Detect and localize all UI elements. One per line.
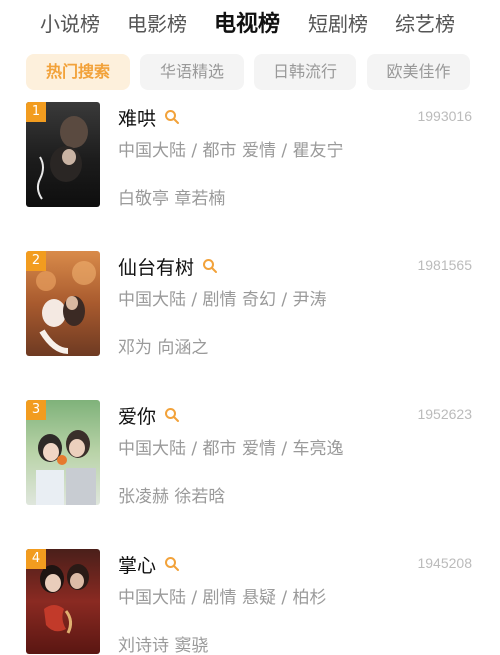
heat-score: 1945208	[417, 555, 472, 571]
tab-tv[interactable]: 电视榜	[214, 6, 280, 38]
title-row[interactable]: 难哄	[118, 104, 180, 130]
rank-badge: 4	[26, 549, 46, 569]
rank-badge: 1	[26, 102, 46, 122]
list-item[interactable]: 1 难哄 1993016 中国大陆 / 都市 爱情 / 瞿友宁 白敬亭 章若楠	[0, 102, 500, 222]
tab-movie[interactable]: 电影榜	[127, 8, 187, 37]
title-row[interactable]: 爱你	[118, 402, 180, 428]
tab-short-drama[interactable]: 短剧榜	[308, 8, 368, 37]
poster-image[interactable]: 1	[26, 102, 100, 207]
drama-title: 难哄	[118, 107, 157, 130]
drama-meta: 中国大陆 / 都市 爱情 / 瞿友宁	[118, 141, 344, 161]
heat-score: 1993016	[417, 108, 472, 124]
rank-badge: 2	[26, 251, 46, 271]
heat-score: 1952623	[417, 406, 472, 422]
drama-title: 仙台有树	[118, 256, 195, 279]
chip-japan-korea[interactable]: 日韩流行	[254, 54, 356, 90]
chip-hot-search[interactable]: 热门搜索	[26, 54, 130, 90]
drama-cast: 邓为 向涵之	[118, 338, 209, 358]
search-icon[interactable]	[164, 109, 180, 125]
drama-cast: 刘诗诗 窦骁	[118, 636, 209, 655]
chip-western[interactable]: 欧美佳作	[367, 54, 470, 90]
search-icon[interactable]	[202, 258, 218, 274]
poster-image[interactable]: 2	[26, 251, 100, 356]
search-icon[interactable]	[164, 556, 180, 572]
drama-meta: 中国大陆 / 剧情 悬疑 / 柏杉	[118, 588, 327, 608]
ranking-category-tabs: 小说榜 电影榜 电视榜 短剧榜 综艺榜	[0, 0, 500, 44]
title-row[interactable]: 掌心	[118, 551, 180, 577]
list-item[interactable]: 4 掌心 1945208 中国大陆 / 剧情 悬疑 / 柏杉 刘诗诗 窦骁	[0, 549, 500, 655]
search-icon[interactable]	[164, 407, 180, 423]
poster-image[interactable]: 4	[26, 549, 100, 654]
poster-image[interactable]: 3	[26, 400, 100, 505]
drama-meta: 中国大陆 / 都市 爱情 / 车亮逸	[118, 439, 344, 459]
filter-chips: 热门搜索 华语精选 日韩流行 欧美佳作	[0, 54, 500, 92]
rank-badge: 3	[26, 400, 46, 420]
drama-cast: 张凌赫 徐若晗	[118, 487, 226, 507]
drama-title: 爱你	[118, 405, 157, 428]
drama-cast: 白敬亭 章若楠	[118, 189, 226, 209]
drama-meta: 中国大陆 / 剧情 奇幻 / 尹涛	[118, 290, 327, 310]
chip-chinese-picks[interactable]: 华语精选	[140, 54, 244, 90]
drama-title: 掌心	[118, 554, 157, 577]
tab-novel[interactable]: 小说榜	[40, 8, 100, 37]
heat-score: 1981565	[417, 257, 472, 273]
title-row[interactable]: 仙台有树	[118, 253, 218, 279]
list-item[interactable]: 3 爱你 1952623 中国大陆 / 都市 爱情 / 车亮逸 张凌赫 徐若晗	[0, 400, 500, 520]
tab-variety[interactable]: 综艺榜	[395, 8, 455, 37]
list-item[interactable]: 2 仙台有树 1981565 中国大陆 / 剧情 奇幻 / 尹涛 邓为 向涵之	[0, 251, 500, 371]
